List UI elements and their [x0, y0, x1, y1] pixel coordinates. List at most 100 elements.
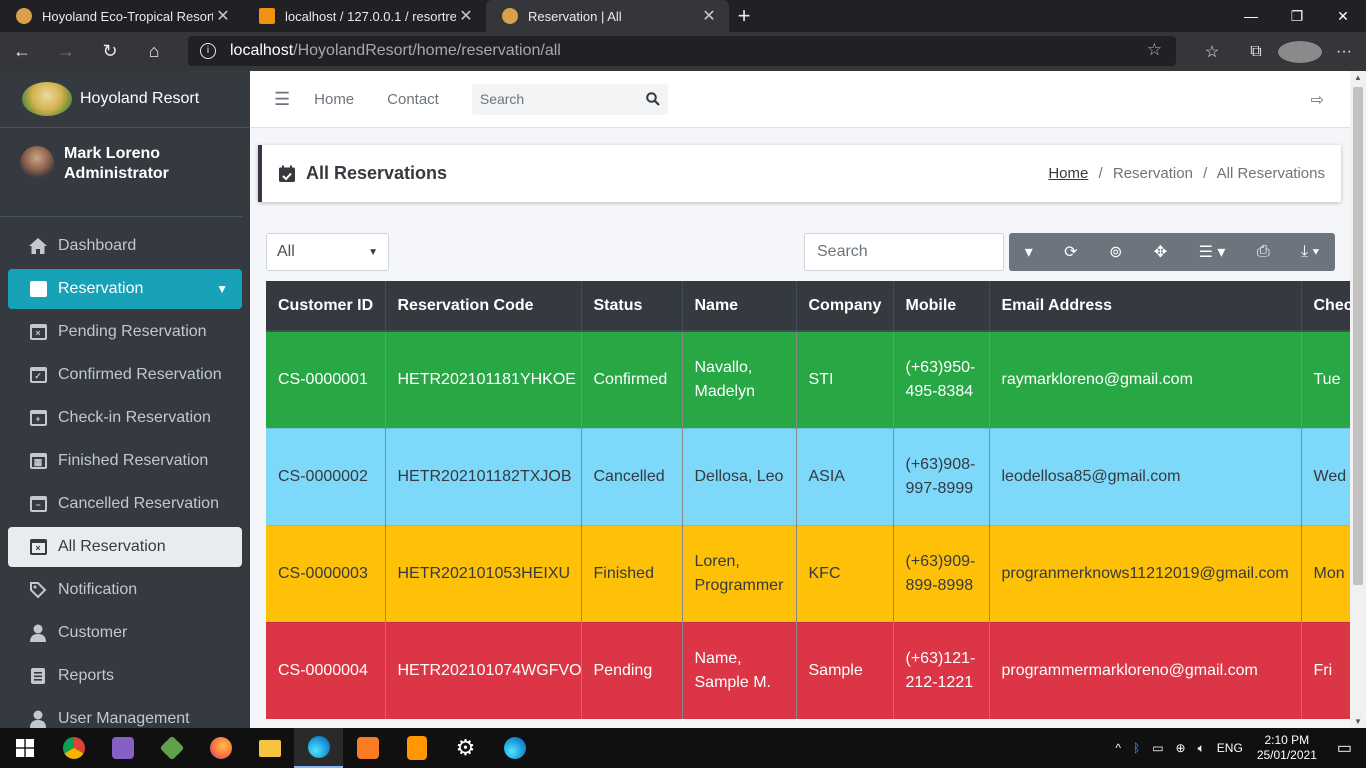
- user-panel[interactable]: Mark Loreno Administrator: [0, 128, 242, 217]
- toggle-view-icon[interactable]: ⊚: [1109, 242, 1122, 262]
- nav-link-home[interactable]: Home: [314, 91, 354, 108]
- collections-icon[interactable]: ⧉: [1234, 43, 1278, 61]
- sidebar-item-reports[interactable]: Reports: [8, 656, 242, 696]
- sidebar-item-reservation[interactable]: Reservation ▼: [8, 269, 242, 309]
- nav-link-contact[interactable]: Contact: [387, 91, 439, 108]
- sidebar-item-cancelled-reservation[interactable]: − Cancelled Reservation: [8, 484, 242, 524]
- breadcrumb: Home / Reservation / All Reservations: [1048, 165, 1325, 182]
- browser-tab[interactable]: localhost / 127.0.0.1 / resortreser ✕: [243, 0, 486, 32]
- sidebar-item-checkin-reservation[interactable]: + Check-in Reservation: [8, 398, 242, 438]
- scroll-up-icon[interactable]: ▲: [1350, 73, 1366, 82]
- maximize-icon[interactable]: ❐: [1274, 0, 1320, 32]
- column-header[interactable]: Mobile: [893, 281, 990, 332]
- table-row[interactable]: CS-0000001 HETR202101181YHKOE Confirmed …: [266, 330, 1350, 428]
- taskbar-visual-studio[interactable]: [98, 728, 147, 768]
- close-window-icon[interactable]: ✕: [1320, 0, 1366, 32]
- table-search-input[interactable]: Search: [804, 233, 1004, 271]
- sidebar-item-customer[interactable]: Customer: [8, 613, 242, 653]
- more-icon[interactable]: ···: [1322, 43, 1366, 61]
- page-title: All Reservations: [306, 163, 448, 183]
- forward-icon[interactable]: →: [44, 41, 88, 62]
- taskbar-file-explorer[interactable]: [245, 728, 294, 768]
- minimize-icon[interactable]: —: [1228, 0, 1274, 32]
- clock[interactable]: 2:10 PM 25/01/2021: [1257, 733, 1317, 763]
- navbar-search-input[interactable]: Search: [471, 83, 668, 115]
- home-icon[interactable]: ⌂: [132, 41, 176, 62]
- move-icon[interactable]: ✥: [1154, 242, 1167, 262]
- browser-tab[interactable]: Hoyoland Eco-Tropical Resort | S ✕: [0, 0, 243, 32]
- taskbar-nodejs[interactable]: [147, 728, 196, 768]
- page-scrollbar[interactable]: ▲ ▼: [1350, 71, 1366, 728]
- brand[interactable]: Hoyoland Resort: [0, 71, 250, 128]
- bluetooth-icon[interactable]: ᛒ: [1133, 741, 1140, 755]
- new-tab-icon[interactable]: +: [729, 0, 759, 32]
- sidebar-item-all-reservation[interactable]: × All Reservation: [8, 527, 242, 567]
- table-row[interactable]: CS-0000004 HETR202101074WGFVO Pending Na…: [266, 621, 1350, 719]
- scroll-down-icon[interactable]: ▼: [1350, 717, 1366, 726]
- favorites-icon[interactable]: ☆: [1190, 42, 1234, 62]
- info-icon[interactable]: i: [200, 43, 216, 59]
- taskbar-edge[interactable]: [490, 728, 539, 768]
- table-cell: (+63)121-212-1221: [893, 621, 990, 719]
- calendar-icon: [28, 280, 48, 298]
- sidebar-item-confirmed-reservation[interactable]: ✓ Confirmed Reservation: [8, 355, 242, 395]
- sidebar-item-finished-reservation[interactable]: ▦ Finished Reservation: [8, 441, 242, 481]
- start-button[interactable]: [0, 728, 49, 768]
- column-header[interactable]: Customer ID: [266, 281, 386, 332]
- status-filter-select[interactable]: All ▼: [266, 233, 389, 271]
- network-icon[interactable]: ⊕: [1176, 741, 1186, 755]
- column-header[interactable]: Name: [682, 281, 797, 332]
- notification-center-icon[interactable]: ▭: [1337, 738, 1352, 758]
- user-name: Mark Loreno: [64, 145, 161, 162]
- column-header[interactable]: Check: [1301, 281, 1350, 332]
- sidebar-item-user-management[interactable]: User Management: [8, 699, 242, 728]
- refresh-icon[interactable]: ↻: [88, 41, 132, 62]
- favorite-star-icon[interactable]: ☆: [1147, 40, 1162, 60]
- search-icon[interactable]: [646, 92, 660, 106]
- user-icon: [28, 710, 48, 728]
- column-header[interactable]: Reservation Code: [385, 281, 582, 332]
- battery-icon[interactable]: ▭: [1152, 741, 1163, 755]
- profile-icon[interactable]: [1278, 40, 1322, 63]
- user-icon: [28, 624, 48, 642]
- taskbar-firefox[interactable]: [196, 728, 245, 768]
- browser-tab-active[interactable]: Reservation | All ✕: [486, 0, 729, 32]
- language-indicator[interactable]: ENG: [1217, 741, 1243, 755]
- column-header[interactable]: Email Address: [989, 281, 1302, 332]
- column-header[interactable]: Status: [581, 281, 683, 332]
- sidebar-item-dashboard[interactable]: Dashboard: [8, 226, 242, 266]
- document-icon: [28, 667, 48, 685]
- taskbar-edge-active[interactable]: [294, 728, 343, 768]
- taskbar-sublime[interactable]: [392, 728, 441, 768]
- system-tray: ^ ᛒ ▭ ⊕ 🔈︎ ENG 2:10 PM 25/01/2021 ▭: [1109, 728, 1366, 768]
- taskbar-chrome[interactable]: [49, 728, 98, 768]
- close-tab-icon[interactable]: ✕: [699, 6, 719, 26]
- chevron-up-icon[interactable]: ^: [1115, 741, 1121, 755]
- toggle-pagination-icon[interactable]: ▾: [1025, 242, 1033, 262]
- close-tab-icon[interactable]: ✕: [213, 6, 233, 26]
- volume-icon[interactable]: 🔈︎: [1198, 741, 1205, 756]
- taskbar-settings[interactable]: ⚙: [441, 728, 490, 768]
- taskbar-xampp[interactable]: [343, 728, 392, 768]
- sidebar-item-notification[interactable]: Notification: [8, 570, 242, 610]
- close-tab-icon[interactable]: ✕: [456, 6, 476, 26]
- refresh-icon[interactable]: ⟳: [1064, 242, 1077, 262]
- breadcrumb-home[interactable]: Home: [1048, 165, 1088, 182]
- sidebar-nav: Dashboard Reservation ▼ × Pending Reserv…: [0, 217, 250, 728]
- column-header[interactable]: Company: [796, 281, 894, 332]
- table-row[interactable]: CS-0000003 HETR202101053HEIXU Finished L…: [266, 524, 1350, 622]
- logout-icon[interactable]: ⇨: [1311, 90, 1324, 110]
- sidebar-item-pending-reservation[interactable]: × Pending Reservation: [8, 312, 242, 352]
- scrollbar-thumb[interactable]: [1353, 87, 1363, 585]
- menu-toggle-icon[interactable]: ☰: [274, 89, 290, 110]
- back-icon[interactable]: ←: [0, 41, 44, 62]
- sidebar: Hoyoland Resort Mark Loreno Administrato…: [0, 71, 250, 728]
- address-bar[interactable]: i localhost/HoyolandResort/home/reservat…: [188, 36, 1176, 66]
- table-row[interactable]: CS-0000002 HETR202101182TXJOB Cancelled …: [266, 427, 1350, 525]
- columns-icon[interactable]: ☰ ▾: [1199, 242, 1226, 262]
- print-icon[interactable]: ⎙: [1257, 243, 1270, 261]
- table-cell: CS-0000002: [266, 427, 386, 525]
- export-download-icon[interactable]: ⤓ ▾: [1301, 243, 1319, 261]
- table-cell: Tue: [1301, 330, 1350, 428]
- xampp-icon: [356, 737, 379, 759]
